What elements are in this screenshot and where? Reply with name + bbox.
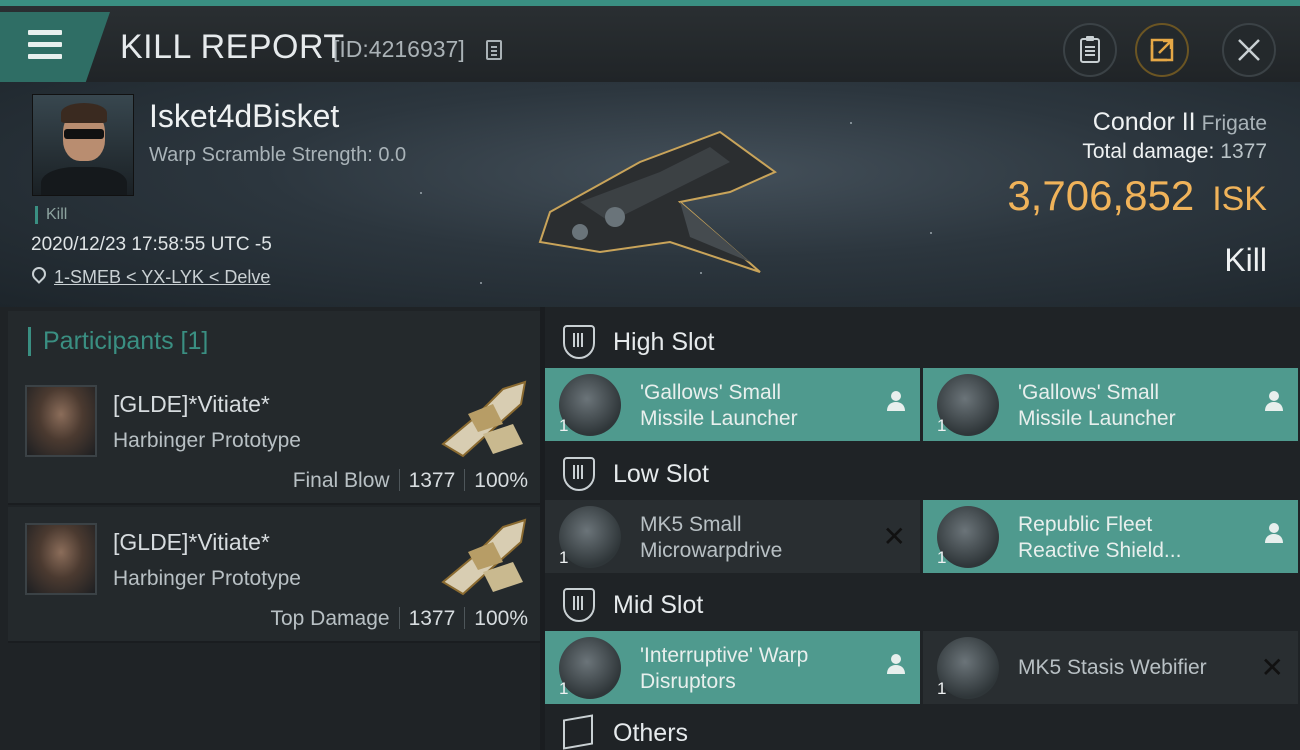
low-slot-icon — [563, 457, 595, 491]
menu-button[interactable] — [0, 12, 110, 82]
participant-ship-icon — [441, 518, 527, 596]
destroyed-x-icon: ✕ — [1260, 652, 1284, 683]
module-item[interactable]: 1 'Gallows' Small Missile Launcher — [923, 368, 1298, 441]
report-id: [ID:4216937] — [333, 36, 465, 62]
copy-icon[interactable] — [486, 40, 502, 60]
low-slot-header: Low Slot — [545, 443, 1300, 503]
kill-tag: Kill — [35, 206, 67, 224]
participant-ship-icon — [441, 380, 527, 458]
result-label: Kill — [1224, 242, 1267, 278]
module-item[interactable]: 1 MK5 Stasis Webifier ✕ — [923, 631, 1298, 704]
close-button[interactable] — [1222, 23, 1276, 77]
ship-render — [538, 130, 777, 273]
share-button[interactable] — [1135, 23, 1189, 77]
ship-name[interactable]: Condor II Frigate — [1093, 108, 1267, 137]
participant-name: [GLDE]*Vitiate* — [113, 391, 270, 417]
participant-portrait — [25, 385, 97, 457]
total-damage: Total damage: 1377 — [1082, 140, 1267, 163]
victim-portrait[interactable] — [32, 94, 134, 196]
participant-ship: Harbinger Prototype — [113, 429, 301, 452]
participants-panel: Participants [1] [GLDE]*Vitiate* Harbing… — [0, 307, 540, 750]
module-item[interactable]: 1 'Interruptive' Warp Disruptors — [545, 631, 920, 704]
victim-name[interactable]: Isket4dBisket — [149, 98, 339, 135]
clipboard-button[interactable] — [1063, 23, 1117, 77]
module-item[interactable]: 1 Republic Fleet Reactive Shield... — [923, 500, 1298, 573]
participant-ship: Harbinger Prototype — [113, 567, 301, 590]
location-pin-icon — [29, 264, 49, 284]
mid-slot-header: Mid Slot — [545, 574, 1300, 634]
high-slot-header: High Slot — [545, 311, 1300, 371]
participant-stats: Top Damage 1377 100% — [270, 607, 528, 630]
participant-row[interactable]: [GLDE]*Vitiate* Harbinger Prototype Fina… — [8, 369, 540, 505]
person-icon — [886, 653, 906, 682]
fitting-panel: High Slot 1 'Gallows' Small Missile Launc… — [545, 307, 1300, 750]
share-icon — [1137, 25, 1187, 75]
location-link[interactable]: 1-SMEB < YX-LYK < Delve — [54, 267, 270, 288]
high-slot-icon — [563, 325, 595, 359]
isk-value: 3,706,852 ISK — [1007, 172, 1267, 219]
participant-stats: Final Blow 1377 100% — [292, 469, 528, 492]
participants-header[interactable]: Participants [1] — [8, 311, 540, 371]
participant-portrait — [25, 523, 97, 595]
participant-row[interactable]: [GLDE]*Vitiate* Harbinger Prototype Top … — [8, 507, 540, 643]
page-title: KILL REPORT — [120, 28, 345, 66]
victim-banner: Isket4dBisket Warp Scramble Strength: 0.… — [0, 82, 1300, 307]
kill-timestamp: 2020/12/23 17:58:55 UTC -5 — [31, 234, 272, 255]
close-icon — [1224, 25, 1274, 75]
mid-slot-icon — [563, 588, 595, 622]
participant-name: [GLDE]*Vitiate* — [113, 529, 270, 555]
warp-scramble-strength: Warp Scramble Strength: 0.0 — [149, 144, 407, 166]
destroyed-x-icon: ✕ — [882, 521, 906, 552]
others-header: Others — [545, 707, 1300, 750]
module-item[interactable]: 1 MK5 Small Microwarpdrive ✕ — [545, 500, 920, 573]
person-icon — [1264, 390, 1284, 419]
person-icon — [1264, 522, 1284, 551]
person-icon — [886, 390, 906, 419]
module-item[interactable]: 1 'Gallows' Small Missile Launcher — [545, 368, 920, 441]
clipboard-icon — [1065, 25, 1115, 75]
top-bar: KILL REPORT [ID:4216937] — [0, 0, 1300, 82]
cargo-box-icon — [563, 714, 593, 750]
hamburger-icon — [28, 30, 62, 66]
